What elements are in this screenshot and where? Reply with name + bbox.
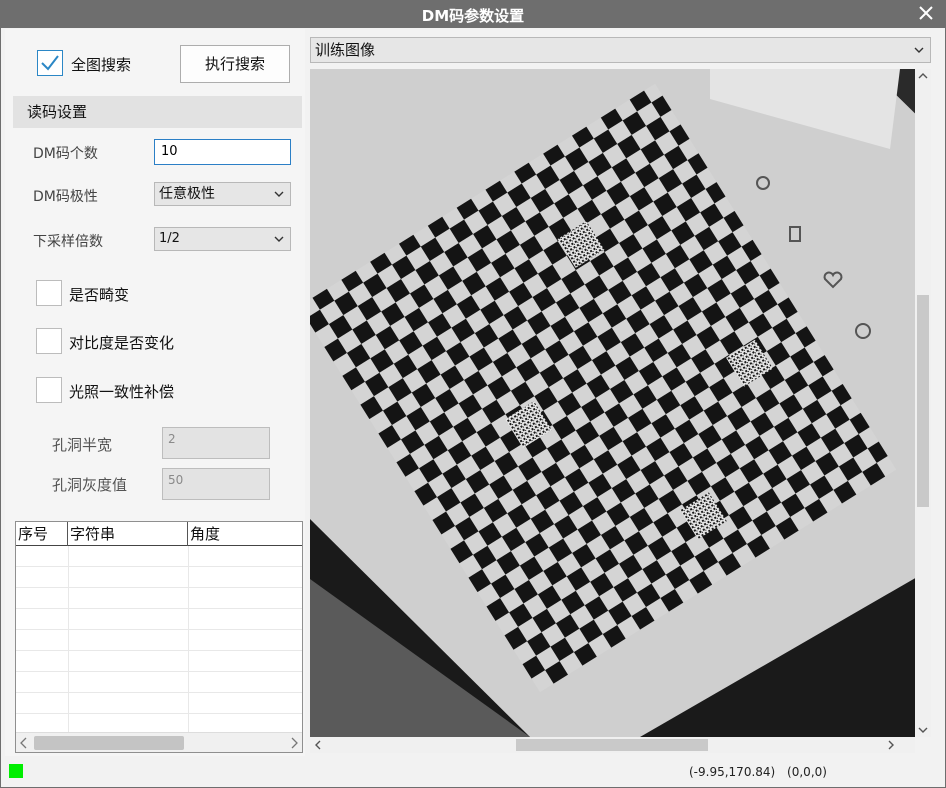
contrast-change-label: 对比度是否变化 xyxy=(69,334,175,352)
table-row xyxy=(16,609,302,630)
hole-half-width-label: 孔洞半宽 xyxy=(52,436,113,454)
distortion-checkbox[interactable] xyxy=(36,280,62,306)
hole-gray-label: 孔洞灰度值 xyxy=(52,476,128,494)
pixel-value: (0,0,0) xyxy=(787,765,827,779)
dm-polarity-value: 任意极性 xyxy=(159,186,215,202)
scroll-up-icon[interactable] xyxy=(918,72,928,80)
run-search-button[interactable]: 执行搜索 xyxy=(180,45,290,83)
column-divider xyxy=(68,546,69,732)
table-row xyxy=(16,651,302,672)
close-icon[interactable] xyxy=(917,4,935,22)
viewer-vertical-scrollbar[interactable] xyxy=(915,69,931,737)
hole-half-width-input[interactable]: 2 xyxy=(162,427,270,459)
dm-polarity-select[interactable]: 任意极性 xyxy=(154,182,291,206)
chevron-down-icon xyxy=(274,191,284,197)
dm-count-label: DM码个数 xyxy=(33,146,98,162)
chevron-down-icon xyxy=(914,47,924,53)
viewer-horizontal-scrollbar[interactable] xyxy=(310,737,915,753)
table-header: 序号 字符串 角度 xyxy=(16,522,302,546)
training-image xyxy=(310,69,931,737)
table-row xyxy=(16,546,302,567)
reader-settings-header: 读码设置 xyxy=(13,96,302,128)
table-row xyxy=(16,567,302,588)
results-table: 序号 字符串 角度 xyxy=(15,521,303,753)
column-divider xyxy=(188,546,189,732)
image-viewer[interactable] xyxy=(310,69,931,737)
lighting-compensation-label: 光照一致性补偿 xyxy=(69,383,175,401)
distortion-label: 是否畸变 xyxy=(69,286,130,304)
lighting-compensation-checkbox[interactable] xyxy=(36,377,62,403)
table-row xyxy=(16,588,302,609)
image-panel: 训练图像 xyxy=(310,37,932,753)
dm-settings-dialog: DM码参数设置 全图搜索 执行搜索 读码设置 DM码个数 10 DM码极性 任意… xyxy=(0,0,946,788)
hole-gray-input[interactable]: 50 xyxy=(162,468,270,500)
scrollbar-thumb[interactable] xyxy=(34,736,184,750)
scroll-down-icon[interactable] xyxy=(918,726,928,734)
table-row xyxy=(16,693,302,714)
table-row xyxy=(16,630,302,651)
scroll-left-icon[interactable] xyxy=(314,740,322,750)
title-bar: DM码参数设置 xyxy=(1,1,945,28)
settings-panel: 全图搜索 执行搜索 读码设置 DM码个数 10 DM码极性 任意极性 下采样倍数… xyxy=(5,29,305,756)
status-indicator xyxy=(9,764,23,778)
dm-count-input[interactable]: 10 xyxy=(154,139,291,165)
downsample-value: 1/2 xyxy=(159,231,180,246)
column-header-angle[interactable]: 角度 xyxy=(188,522,302,546)
dm-polarity-label: DM码极性 xyxy=(33,189,98,205)
contrast-change-checkbox[interactable] xyxy=(36,328,62,354)
table-row xyxy=(16,672,302,693)
status-readout: (-9.95,170.84) (0,0,0) xyxy=(689,765,827,779)
full-image-search-checkbox[interactable] xyxy=(37,50,63,76)
scroll-left-icon[interactable] xyxy=(19,737,29,749)
column-header-index[interactable]: 序号 xyxy=(16,522,68,546)
chevron-down-icon xyxy=(274,236,284,242)
scroll-right-icon[interactable] xyxy=(289,737,299,749)
scrollbar-thumb[interactable] xyxy=(917,295,929,507)
downsample-select[interactable]: 1/2 xyxy=(154,227,291,251)
scroll-right-icon[interactable] xyxy=(887,740,895,750)
column-header-string[interactable]: 字符串 xyxy=(68,522,188,546)
cursor-coordinates: (-9.95,170.84) xyxy=(689,765,776,779)
image-source-select[interactable]: 训练图像 xyxy=(310,37,931,63)
table-horizontal-scrollbar[interactable] xyxy=(16,732,302,752)
full-image-search-label: 全图搜索 xyxy=(71,56,132,74)
check-icon xyxy=(41,55,59,71)
scrollbar-thumb[interactable] xyxy=(516,739,708,751)
downsample-label: 下采样倍数 xyxy=(33,234,103,250)
window-title: DM码参数设置 xyxy=(421,7,525,25)
image-source-value: 训练图像 xyxy=(315,41,376,59)
